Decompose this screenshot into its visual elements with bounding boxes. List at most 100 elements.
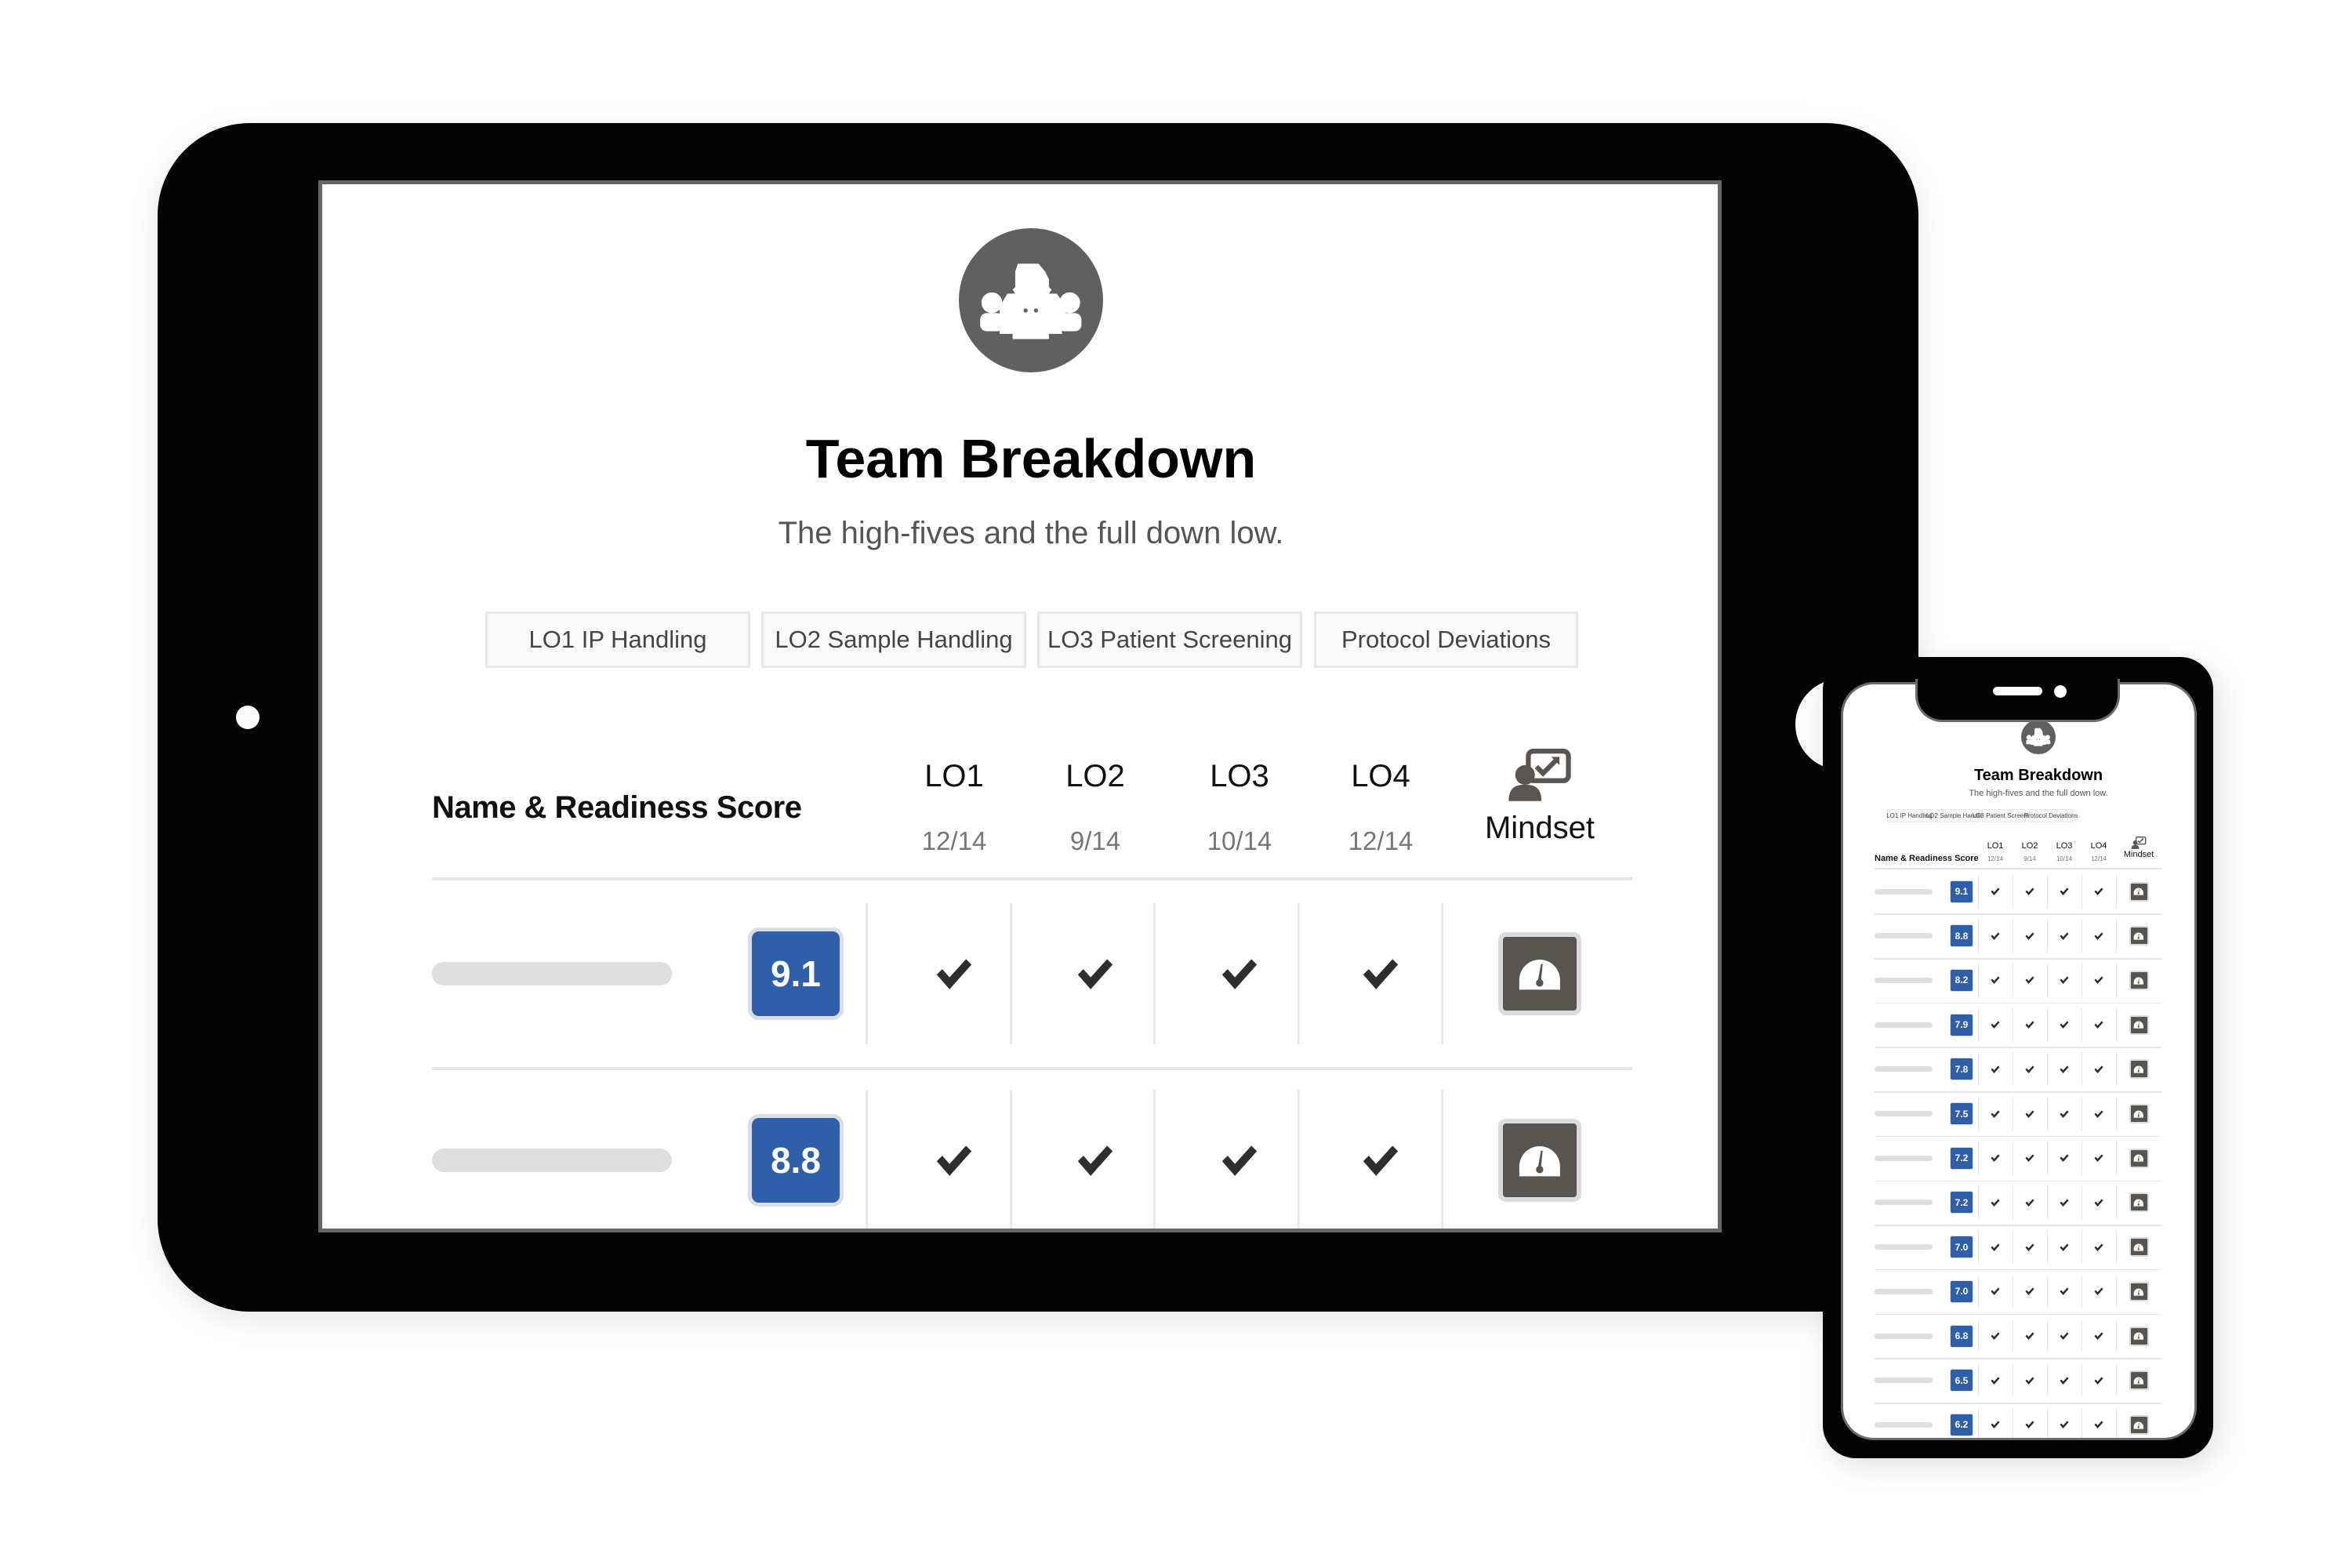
name-placeholder-bar: [1875, 1421, 1933, 1428]
check-lo1: [1990, 1152, 2001, 1163]
column-separator: [2047, 1274, 2049, 1308]
tab-4[interactable]: Protocol Deviations: [1314, 612, 1578, 668]
readiness-score-badge: 9.1: [748, 927, 844, 1020]
readiness-score-badge: 6.5: [1950, 1369, 1973, 1392]
checkmark-icon: [1363, 959, 1399, 989]
readiness-score-badge: 7.8: [1950, 1058, 1973, 1081]
checkmark-icon: [2094, 1065, 2103, 1073]
column-separator: [2047, 1141, 2049, 1175]
column-separator: [2047, 1097, 2049, 1131]
check-lo2: [1073, 952, 1117, 996]
mindset-gauge-button[interactable]: [2129, 926, 2149, 946]
mindset-gauge-button[interactable]: [2129, 1281, 2149, 1301]
checkmark-icon: [2094, 887, 2103, 895]
check-lo4: [2093, 1064, 2104, 1075]
tab-1[interactable]: LO1 IP Handling: [1886, 809, 1933, 822]
column-separator: [2047, 963, 2049, 997]
mindset-gauge-button[interactable]: [2129, 1192, 2149, 1213]
check-lo2: [2024, 1109, 2035, 1120]
checkmark-icon: [2094, 1199, 2103, 1207]
checkmark-icon: [2060, 1421, 2069, 1429]
column-separator: [1978, 963, 1980, 997]
checkmark-icon: [2060, 1332, 2069, 1340]
readiness-score-badge: 7.9: [1950, 1013, 1973, 1036]
checkmark-icon: [2025, 1287, 2034, 1296]
name-placeholder-bar: [432, 1149, 672, 1172]
mindset-gauge-button[interactable]: [2129, 1237, 2149, 1258]
check-lo1: [1990, 931, 2001, 942]
column-header-lo4: LO4: [1351, 759, 1410, 793]
checkmark-icon: [2025, 1243, 2034, 1251]
column-separator: [2047, 1230, 2049, 1265]
checkmark-icon: [1991, 887, 2000, 895]
checkmark-icon: [2094, 976, 2103, 985]
readiness-score-badge: 8.8: [748, 1114, 844, 1207]
tab-4[interactable]: Protocol Deviations: [2024, 809, 2078, 822]
column-separator: [2116, 1363, 2118, 1398]
checkmark-icon: [2060, 1021, 2069, 1029]
check-lo1: [1990, 1375, 2001, 1386]
check-lo2: [2024, 1064, 2035, 1075]
column-separator: [1978, 874, 1980, 909]
checkmark-icon: [2060, 976, 2069, 985]
checkmark-icon: [1991, 932, 2000, 940]
check-lo4: [2093, 1197, 2104, 1208]
column-separator: [1010, 1090, 1012, 1229]
tablet-home-button: [236, 706, 260, 729]
check-lo1: [1990, 1019, 2001, 1030]
tab-2[interactable]: LO2 Sample Handling: [761, 612, 1026, 668]
check-lo4: [2093, 1419, 2104, 1430]
checkmark-icon: [2060, 1109, 2069, 1118]
checkmark-icon: [2094, 1021, 2103, 1029]
column-separator: [1298, 1090, 1300, 1229]
mindset-gauge-button[interactable]: [2129, 1104, 2149, 1123]
check-lo2: [2024, 1330, 2035, 1341]
mindset-gauge-button[interactable]: [2129, 1370, 2149, 1391]
column-separator: [2047, 1363, 2049, 1398]
tab-3[interactable]: LO3 Patient Screening: [1973, 809, 2035, 822]
mindset-gauge-button[interactable]: [1498, 1119, 1581, 1202]
mindset-gauge-button[interactable]: [2129, 881, 2149, 902]
check-lo1: [932, 1138, 976, 1182]
checkmark-icon: [2025, 1377, 2034, 1385]
checkmark-icon: [2025, 1199, 2034, 1207]
checkmark-icon: [1077, 1145, 1113, 1176]
checkmark-icon: [1221, 959, 1258, 989]
mindset-gauge-button[interactable]: [1498, 932, 1581, 1015]
checkmark-icon: [1221, 1145, 1258, 1176]
column-separator: [2116, 1097, 2118, 1131]
mindset-gauge-button[interactable]: [2129, 1414, 2149, 1435]
column-header-lo2: LO2: [1065, 759, 1125, 793]
presentation-person-icon: [2131, 837, 2147, 849]
check-lo1: [1990, 1286, 2001, 1297]
tab-3[interactable]: LO3 Patient Screening: [1037, 612, 1302, 668]
mindset-gauge-button[interactable]: [2129, 1014, 2149, 1035]
checkmark-icon: [2060, 887, 2069, 895]
column-separator: [2047, 1407, 2049, 1438]
checkmark-icon: [2025, 932, 2034, 940]
mindset-gauge-button[interactable]: [2129, 1059, 2149, 1080]
mindset-gauge-button[interactable]: [2129, 1326, 2149, 1346]
readiness-score-badge: 7.2: [1950, 1191, 1973, 1214]
check-lo4: [2093, 1019, 2104, 1030]
column-separator: [1978, 1185, 1980, 1220]
check-lo1: [1990, 1197, 2001, 1208]
team-icon: [2021, 720, 2056, 754]
checkmark-icon: [1077, 959, 1113, 989]
name-placeholder-bar: [1875, 1288, 1933, 1294]
checkmark-icon: [1991, 1243, 2000, 1251]
column-fraction-lo4: 12/14: [1348, 826, 1414, 855]
mindset-header-icon: [1507, 749, 1573, 807]
check-lo4: [2093, 1375, 2104, 1386]
column-separator: [2116, 1319, 2118, 1353]
readiness-score-badge: 7.0: [1950, 1236, 1973, 1259]
mindset-gauge-button[interactable]: [2129, 970, 2149, 990]
checkmark-icon: [2094, 1421, 2103, 1429]
checkmark-icon: [2025, 1065, 2034, 1073]
tab-1[interactable]: LO1 IP Handling: [485, 612, 750, 668]
check-lo2: [2024, 931, 2035, 942]
checkmark-icon: [2060, 1065, 2069, 1073]
column-separator: [1441, 1090, 1443, 1229]
mindset-gauge-button[interactable]: [2129, 1148, 2149, 1168]
check-lo4: [1359, 952, 1403, 996]
